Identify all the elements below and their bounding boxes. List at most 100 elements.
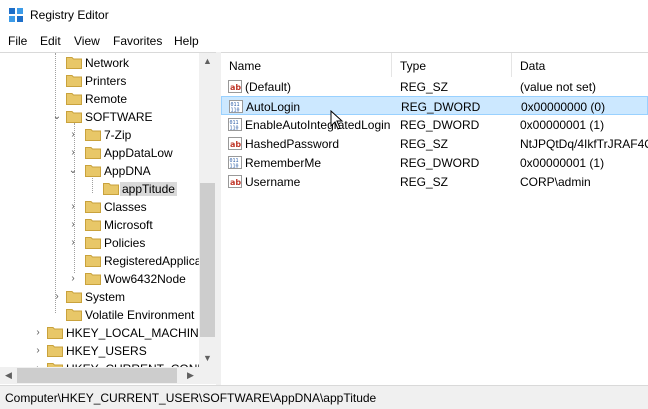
value-row[interactable]: 011 110 EnableAutoIntegratedLogin REG_DWORD… bbox=[221, 115, 648, 134]
key-tree[interactable]: Network Printers Remote ⌄ SOFTWARE › 7-Zip › App… bbox=[0, 52, 217, 385]
tree-node-label: Network bbox=[85, 56, 130, 70]
folder-icon bbox=[103, 183, 119, 195]
value-name: HashedPassword bbox=[245, 137, 340, 151]
tree-node[interactable]: Network bbox=[0, 54, 200, 72]
chevron-right-icon[interactable]: › bbox=[68, 219, 78, 231]
svg-text:110: 110 bbox=[230, 164, 239, 170]
value-data: 0x00000001 (1) bbox=[520, 118, 605, 132]
folder-icon bbox=[66, 309, 82, 321]
tree-node-label: Printers bbox=[85, 74, 127, 88]
tree-node[interactable]: › Classes bbox=[0, 198, 200, 216]
dword-value-icon: 011110 bbox=[228, 118, 242, 131]
svg-text:ab: ab bbox=[230, 178, 241, 187]
value-name: (Default) bbox=[245, 80, 292, 94]
folder-icon bbox=[85, 201, 101, 213]
chevron-down-icon[interactable]: ⌄ bbox=[52, 111, 62, 123]
tree-node[interactable]: ⌄ SOFTWARE bbox=[0, 108, 200, 126]
folder-icon bbox=[47, 345, 63, 357]
tree-node[interactable]: › HKEY_LOCAL_MACHINE bbox=[0, 324, 206, 342]
chevron-right-icon[interactable]: › bbox=[68, 273, 78, 285]
tree-node[interactable]: › HKEY_USERS bbox=[0, 342, 200, 360]
value-data: 0x00000001 (1) bbox=[520, 156, 605, 170]
column-header-data[interactable]: Data bbox=[520, 59, 545, 73]
svg-text:110: 110 bbox=[230, 126, 239, 132]
chevron-right-icon[interactable]: › bbox=[68, 147, 78, 159]
tree-node[interactable]: ⌄ AppDNA bbox=[0, 162, 200, 180]
value-type: REG_SZ bbox=[400, 137, 449, 151]
value-name: RememberMe bbox=[245, 156, 322, 170]
column-header-name[interactable]: Name bbox=[229, 59, 261, 73]
value-row[interactable]: 011 110 AutoLogin REG_DWORD 0x00000000 (0) bbox=[221, 96, 648, 115]
svg-text:ab: ab bbox=[230, 140, 241, 149]
tree-node-label: System bbox=[85, 290, 126, 304]
scroll-right-arrow-icon[interactable]: ▶ bbox=[182, 367, 199, 384]
svg-text:ab: ab bbox=[230, 83, 241, 92]
menu-help[interactable]: Help bbox=[174, 34, 199, 48]
string-value-icon: ab bbox=[228, 80, 242, 93]
tree-node[interactable]: RegisteredApplica bbox=[0, 252, 202, 270]
tree-node-label: HKEY_LOCAL_MACHINE bbox=[66, 326, 207, 340]
scroll-left-arrow-icon[interactable]: ◀ bbox=[0, 367, 17, 384]
chevron-right-icon[interactable]: › bbox=[68, 129, 78, 141]
folder-icon bbox=[66, 291, 82, 303]
tree-horizontal-scrollbar[interactable]: ◀ ▶ bbox=[0, 367, 199, 384]
window-title: Registry Editor bbox=[30, 8, 109, 22]
tree-node-label: Wow6432Node bbox=[104, 272, 186, 286]
value-row[interactable]: ab Username REG_SZ CORP\admin bbox=[221, 172, 648, 191]
folder-icon bbox=[85, 255, 101, 267]
tree-node[interactable]: › 7-Zip bbox=[0, 126, 200, 144]
scroll-corner bbox=[199, 367, 216, 384]
folder-icon bbox=[66, 111, 82, 123]
value-name: AutoLogin bbox=[246, 100, 301, 114]
tree-node[interactable]: › AppDataLow bbox=[0, 144, 200, 162]
chevron-down-icon[interactable]: ⌄ bbox=[68, 165, 78, 177]
scroll-down-arrow-icon[interactable]: ▼ bbox=[199, 350, 216, 367]
menu-view[interactable]: View bbox=[74, 34, 100, 48]
chevron-right-icon[interactable]: › bbox=[68, 201, 78, 213]
menu-file[interactable]: File bbox=[8, 34, 27, 48]
tree-node[interactable]: › Wow6432Node bbox=[0, 270, 200, 288]
folder-icon bbox=[85, 165, 101, 177]
tree-node[interactable]: appTitude bbox=[0, 180, 200, 198]
tree-node-label: Volatile Environment bbox=[85, 308, 195, 322]
column-header-type[interactable]: Type bbox=[400, 59, 426, 73]
tree-node[interactable]: Remote bbox=[0, 90, 200, 108]
tree-node-label: Microsoft bbox=[104, 218, 153, 232]
tree-vertical-scrollbar[interactable]: ▲ ▼ bbox=[199, 53, 216, 367]
string-value-icon: ab bbox=[228, 137, 242, 150]
scroll-up-arrow-icon[interactable]: ▲ bbox=[199, 53, 216, 70]
values-list[interactable]: Name Type Data ab (Default) REG_SZ (value n… bbox=[221, 52, 648, 385]
tree-node-label: RegisteredApplica bbox=[104, 254, 202, 268]
tree-node[interactable]: Printers bbox=[0, 72, 200, 90]
tree-node[interactable]: Volatile Environment bbox=[0, 306, 200, 324]
menu-edit[interactable]: Edit bbox=[40, 34, 61, 48]
chevron-right-icon[interactable]: › bbox=[33, 345, 43, 357]
value-row[interactable]: 011 110 RememberMe REG_DWORD 0x00000001 (1) bbox=[221, 153, 648, 172]
svg-text:110: 110 bbox=[231, 108, 240, 114]
chevron-right-icon[interactable]: › bbox=[33, 327, 43, 339]
value-row[interactable]: ab (Default) REG_SZ (value not set) bbox=[221, 77, 648, 96]
tree-node[interactable]: › System bbox=[0, 288, 200, 306]
folder-icon bbox=[85, 129, 101, 141]
tree-node-label: appTitude bbox=[120, 182, 177, 196]
tree-node-label: Remote bbox=[85, 92, 128, 106]
tree-node[interactable]: › Microsoft bbox=[0, 216, 200, 234]
scroll-thumb-horizontal[interactable] bbox=[17, 368, 177, 383]
title-bar[interactable]: Registry Editor bbox=[0, 0, 648, 30]
menu-favorites[interactable]: Favorites bbox=[113, 34, 162, 48]
column-divider[interactable] bbox=[391, 53, 392, 77]
folder-icon bbox=[66, 93, 82, 105]
chevron-right-icon[interactable]: › bbox=[68, 237, 78, 249]
tree-node[interactable]: › Policies bbox=[0, 234, 200, 252]
scroll-thumb[interactable] bbox=[200, 183, 215, 337]
tree-node-label: Policies bbox=[104, 236, 146, 250]
column-divider[interactable] bbox=[511, 53, 512, 77]
tree-node-label: AppDNA bbox=[104, 164, 151, 178]
tree-node-label: SOFTWARE bbox=[85, 110, 153, 124]
chevron-right-icon[interactable]: › bbox=[52, 291, 62, 303]
tree-node-label: Classes bbox=[104, 200, 147, 214]
value-row[interactable]: ab HashedPassword REG_SZ NtJPQtDq/4IkfTrJRA… bbox=[221, 134, 648, 153]
value-type: REG_DWORD bbox=[401, 100, 481, 114]
mouse-cursor-icon bbox=[330, 110, 344, 130]
folder-icon bbox=[85, 219, 101, 231]
